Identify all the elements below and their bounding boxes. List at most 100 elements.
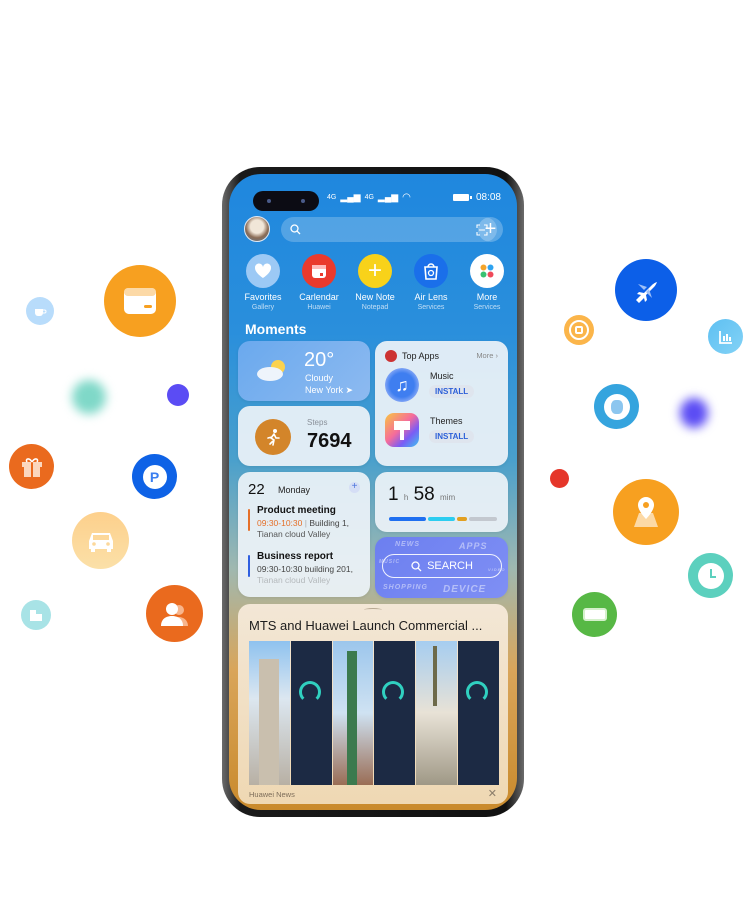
usage-segment [469,517,498,521]
car-icon [72,512,129,569]
weather-card[interactable]: 20° Cloudy New York ➤ [238,341,370,401]
city-label: New York [305,385,344,395]
keyword-device: DEVICE [443,584,487,595]
usage-segment [427,517,456,521]
app-label: Favorites [244,292,282,302]
camera-cutout [253,191,319,211]
event-color-bar [248,555,250,577]
app-name: Music [430,371,454,381]
coffee-icon [26,297,54,325]
purple-dot [167,384,189,406]
quick-apps-row: Favorites Gallery Carlendar Huawei + New… [235,254,515,313]
hours: 1 [388,484,399,505]
chevron-right-icon: › [495,351,499,360]
usage-bar [389,517,498,521]
photo-speedtest [290,641,332,785]
news-source: Huawei News [249,790,295,799]
wallet-icon [104,265,176,337]
install-button[interactable]: INSTALL [429,430,475,443]
event-color-bar [248,509,250,531]
news-headline: MTS and Huawei Launch Commercial ... [249,618,483,633]
app-air-lens[interactable]: Air Lens Services [403,254,459,313]
blurred-teal-dot [72,380,106,414]
top-app-item: ♫ Music INSTALL [385,368,505,408]
search-button[interactable]: SEARCH [382,554,502,578]
search-button-label: SEARCH [427,560,473,572]
news-card[interactable]: MTS and Huawei Launch Commercial ... Hua… [238,604,508,804]
steps-value: 7694 [307,430,352,452]
steps-label: Steps [307,418,328,427]
search-input[interactable] [281,217,497,242]
more-link[interactable]: More › [476,351,498,360]
more-label: More [476,351,494,360]
minutes: 58 [413,484,435,505]
photo-speedtest [374,641,416,785]
app-new-note[interactable]: + New Note Notepad [347,254,403,313]
gift-icon [9,444,54,489]
add-event-button[interactable]: + [349,482,360,493]
grid-icon [470,254,504,288]
phone-frame: 4G ▂▄▆ 4G ▂▄▆ ◠ 08:08 + Favorites Gallery [222,167,524,817]
city-name: New York ➤ [305,385,353,396]
app-sublabel: Notepad [361,304,389,311]
calendar-day: 22 [248,481,265,498]
wifi-icon: ◠ [402,192,411,203]
heart-icon [246,254,280,288]
blurred-purple-dot [680,398,708,428]
event-time: 09:30-10:30 [257,518,303,528]
keyword-shopping: SHOPPING [383,584,428,591]
chart-icon [708,319,743,354]
red-dot [550,469,569,488]
signal-bars-icon-2: ▂▄▆ [377,192,399,202]
avatar[interactable] [244,216,270,242]
time-status: 08:08 [452,192,501,203]
globe-icon [594,384,639,429]
calendar-card[interactable]: 22 Monday + Product meeting 09:30-10:30 … [238,472,370,597]
add-button[interactable]: + [478,217,503,242]
photo-spire [416,641,458,785]
app-name: Themes [430,416,463,426]
steps-card[interactable]: Steps 7694 [238,406,370,466]
calendar-weekday: Monday [278,485,311,495]
themes-app-icon [385,413,419,447]
app-favorites[interactable]: Favorites Gallery [235,254,291,313]
screen-time-card[interactable]: 1 h 58 mim [375,472,508,532]
app-label: Carlendar [299,292,339,302]
event-details: 09:30-10:30 | Building 1, [257,518,350,528]
event-time: 09:30-10:30 [257,564,303,574]
app-label: New Note [355,292,395,302]
search-card: NEWS APPS MUSIC SHOPPING DEVICE VIDEO SE… [375,537,508,598]
close-icon[interactable]: ✕ [488,787,497,800]
photo-kremlin-tower [332,641,374,785]
clock-time: 08:08 [475,192,501,203]
event-location: Building 1, [309,518,350,528]
app-sublabel: Huawei [307,304,331,311]
clock-icon [688,553,733,598]
cloud-sun-icon [257,360,285,381]
top-app-item: Themes INSTALL [385,413,505,453]
expand-handle[interactable] [364,608,382,612]
event-location-2: Tianan cloud Valley [257,575,331,585]
usage-segment [389,517,426,521]
top-apps-card: Top Apps More › ♫ Music INSTALL Themes I… [375,341,508,466]
app-calendar[interactable]: Carlendar Huawei [291,254,347,313]
install-button[interactable]: INSTALL [429,385,475,398]
hours-unit: h [403,493,409,502]
location-icon [613,479,679,545]
location-arrow-icon: ➤ [345,385,354,395]
app-sublabel: Services [473,304,501,311]
home-screen: 4G ▂▄▆ 4G ▂▄▆ ◠ 08:08 + Favorites Gallery [229,174,517,810]
calendar-icon [302,254,336,288]
app-sublabel: Services [417,304,445,311]
plus-icon: + [358,254,392,288]
news-image [249,641,499,785]
event-location: building 201, [304,564,353,574]
app-more[interactable]: More Services [459,254,515,313]
event-title: Business report [257,551,334,562]
app-label: More [476,292,498,302]
screen-time-value: 1 h 58 mim [388,484,455,506]
music-app-icon: ♫ [385,368,419,402]
app-sublabel: Gallery [251,304,275,311]
minutes-unit: mim [440,493,456,502]
battery-icon [572,592,617,637]
